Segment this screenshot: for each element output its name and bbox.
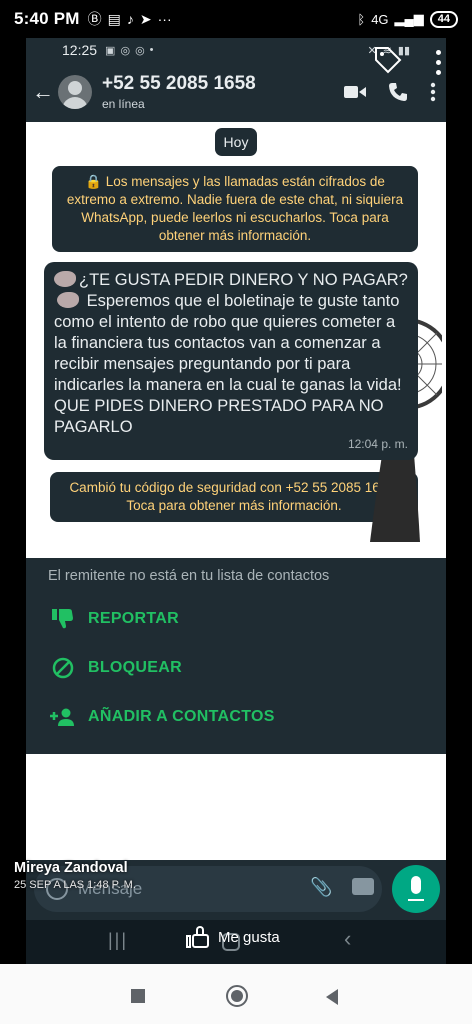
dot-icon: • bbox=[149, 43, 154, 56]
message-headline: ¿TE GUSTA PEDIR DINERO Y NO PAGAR? bbox=[79, 271, 408, 289]
post-date: 25 SEP A LAS 1:48 P. M. bbox=[14, 879, 136, 891]
contact-avatar[interactable] bbox=[58, 75, 92, 109]
report-button[interactable]: REPORTAR bbox=[26, 594, 446, 643]
battery-indicator: 44 bbox=[429, 10, 458, 28]
add-contact-label: AÑADIR A CONTACTOS bbox=[88, 707, 275, 725]
back-arrow-icon[interactable]: ← bbox=[32, 79, 54, 105]
recents-button[interactable] bbox=[131, 989, 145, 1003]
phone-call-icon[interactable] bbox=[388, 82, 408, 102]
signal-icon: ▂▄▆ bbox=[394, 11, 424, 26]
bluetooth-icon: ᛒ bbox=[357, 11, 366, 27]
message-icon: ▤ bbox=[107, 10, 121, 27]
rat-emoji-icon bbox=[54, 271, 76, 287]
whatsapp-screenshot: 12:25 ▣ ◎ ◎ • ✕ ≋ ▮▮ ← +52 55 2085 1658 … bbox=[26, 38, 446, 964]
unknown-sender-panel: El remitente no está en tu lista de cont… bbox=[26, 558, 446, 754]
encryption-notice[interactable]: 🔒 Los mensajes y las llamadas están cifr… bbox=[52, 166, 418, 252]
telegram-icon: ➤ bbox=[139, 10, 152, 27]
tiktok-icon: ♪ bbox=[126, 11, 134, 27]
report-label: REPORTAR bbox=[88, 609, 179, 627]
mic-button[interactable] bbox=[392, 865, 440, 913]
network-type: 4G bbox=[371, 11, 389, 27]
block-button[interactable]: BLOQUEAR bbox=[26, 643, 446, 692]
incoming-message-bubble[interactable]: ¿TE GUSTA PEDIR DINERO Y NO PAGAR? Esper… bbox=[44, 262, 418, 460]
post-author[interactable]: Mireya Zandoval bbox=[14, 860, 136, 876]
inner-time: 12:25 bbox=[62, 42, 98, 58]
encryption-notice-text: Los mensajes y las llamadas están cifrad… bbox=[66, 174, 404, 243]
back-button[interactable] bbox=[326, 989, 338, 1005]
like-button[interactable]: Me gusta bbox=[186, 926, 280, 948]
block-icon bbox=[52, 657, 74, 678]
unknown-sender-note: El remitente no está en tu lista de cont… bbox=[48, 568, 330, 584]
chrome-icon: ◎ bbox=[120, 44, 131, 57]
blank-area bbox=[26, 754, 446, 864]
lock-icon: 🔒 bbox=[85, 174, 102, 189]
tag-icon[interactable] bbox=[372, 44, 402, 79]
device-time: 5:40 PM bbox=[14, 9, 80, 28]
home-button[interactable] bbox=[226, 985, 248, 1007]
device-status-bar: 5:40 PM Ⓑ ▤ ♪ ➤ ··· ᛒ 4G ▂▄▆ 44 bbox=[0, 0, 472, 38]
message-timestamp: 12:04 p. m. bbox=[347, 437, 408, 451]
date-chip: Hoy bbox=[215, 128, 257, 156]
chat-menu-icon[interactable] bbox=[430, 82, 436, 102]
gallery-icon: ▣ bbox=[105, 44, 116, 57]
attach-clip-icon[interactable]: 📎 bbox=[310, 877, 332, 898]
thumbs-up-icon bbox=[186, 926, 210, 948]
add-contact-button[interactable]: AÑADIR A CONTACTOS bbox=[26, 692, 446, 741]
contact-status: en línea bbox=[102, 97, 145, 111]
message-body: Esperemos que el boletinaje te guste tan… bbox=[54, 292, 402, 436]
chat-area: Hoy 🔒 Los mensajes y las llamadas están … bbox=[26, 122, 446, 558]
more-options-icon[interactable] bbox=[436, 50, 442, 80]
block-label: BLOQUEAR bbox=[88, 658, 182, 676]
inner-back-icon: ‹ bbox=[344, 926, 352, 951]
contact-info[interactable]: +52 55 2085 1658 en línea bbox=[102, 73, 256, 111]
b-app-icon: Ⓑ bbox=[87, 11, 102, 27]
inner-recents-icon: ||| bbox=[108, 930, 129, 950]
video-call-icon[interactable] bbox=[344, 84, 366, 100]
rat-emoji-icon bbox=[57, 292, 79, 308]
system-status-icons: ᛒ 4G ▂▄▆ 44 bbox=[357, 10, 458, 28]
notification-icons: Ⓑ ▤ ♪ ➤ ··· bbox=[88, 9, 172, 29]
like-label: Me gusta bbox=[218, 928, 280, 946]
contact-name: +52 55 2085 1658 bbox=[102, 73, 256, 94]
post-author-info: Mireya Zandoval 25 SEP A LAS 1:48 P. M. bbox=[14, 860, 136, 891]
chrome-icon-2: ◎ bbox=[135, 44, 145, 57]
more-notifications-icon: ··· bbox=[157, 11, 172, 27]
add-contact-icon bbox=[50, 708, 74, 726]
thumb-down-icon bbox=[52, 608, 73, 628]
camera-icon[interactable] bbox=[352, 878, 374, 895]
device-nav-bar bbox=[0, 964, 472, 1024]
